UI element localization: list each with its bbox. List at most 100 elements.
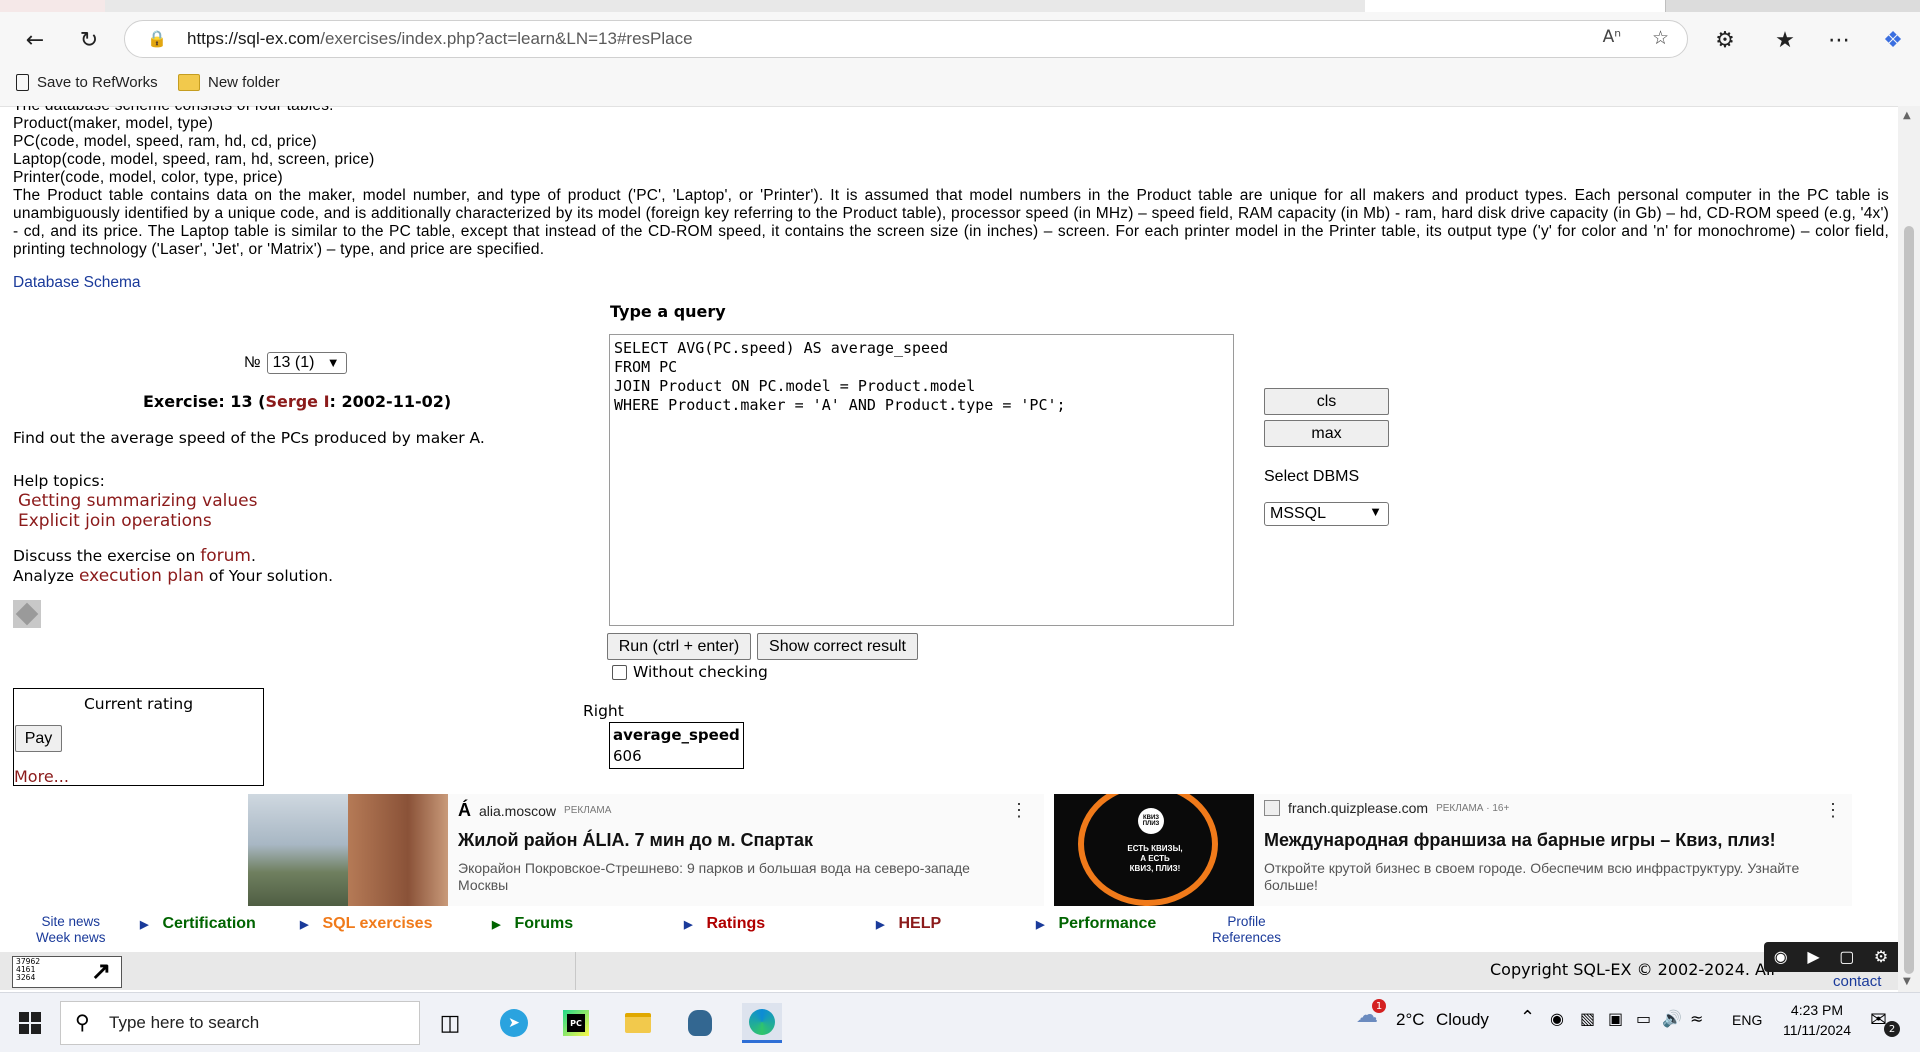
schema-table-printer: Printer(code, model, color, type, price) bbox=[13, 169, 283, 186]
window-icon[interactable]: ▢ bbox=[1839, 947, 1854, 967]
record-icon[interactable]: ◉ bbox=[1550, 1009, 1564, 1028]
clock[interactable]: 4:23 PM 11/11/2024 bbox=[1772, 1000, 1862, 1040]
database-schema-link[interactable]: Database Schema bbox=[13, 274, 141, 292]
meet-icon[interactable]: ▣ bbox=[1608, 1009, 1623, 1028]
more-menu-icon[interactable]: ⋯ bbox=[1822, 24, 1856, 56]
more-link[interactable]: More... bbox=[14, 767, 69, 786]
execution-plan-link[interactable]: execution plan bbox=[79, 566, 204, 586]
help-topic-link[interactable]: Getting summarizing values bbox=[18, 491, 257, 511]
week-news-link[interactable]: Week news bbox=[36, 930, 106, 946]
windows-start-icon[interactable] bbox=[10, 1003, 50, 1043]
pay-button[interactable]: Pay bbox=[15, 725, 62, 752]
scroll-up-icon[interactable]: ▲ bbox=[1903, 110, 1911, 121]
back-icon[interactable]: ← bbox=[18, 24, 52, 56]
device-icon[interactable]: ▧ bbox=[1580, 1009, 1595, 1028]
query-textarea[interactable]: SELECT AVG(PC.speed) AS average_speed FR… bbox=[609, 334, 1234, 626]
run-button[interactable]: Run (ctrl + enter) bbox=[607, 633, 751, 660]
ad-body: Откройте крутой бизнес в своем городе. О… bbox=[1264, 860, 1800, 893]
vertical-scrollbar[interactable]: ▲ ▼ bbox=[1898, 106, 1920, 992]
discuss-line: Discuss the exercise on forum. bbox=[13, 546, 256, 566]
query-heading: Type a query bbox=[610, 302, 726, 321]
ad-title[interactable]: Международная франшиза на барные игры – … bbox=[1264, 830, 1776, 851]
tab[interactable] bbox=[0, 0, 106, 12]
copilot-icon[interactable]: ❖ bbox=[1876, 24, 1910, 56]
weather-desc[interactable]: Cloudy bbox=[1436, 1010, 1489, 1030]
references-link[interactable]: References bbox=[1212, 930, 1281, 946]
forum-link[interactable]: forum bbox=[200, 546, 251, 566]
favorite-star-icon[interactable]: ☆ bbox=[1652, 27, 1669, 49]
result-status: Right bbox=[583, 702, 624, 720]
extensions-icon[interactable]: ⚙ bbox=[1708, 24, 1742, 56]
ad-menu-icon[interactable]: ⋮ bbox=[1010, 800, 1028, 821]
nav-performance[interactable]: ▶ Performance bbox=[1036, 915, 1156, 933]
counter-badge[interactable]: 37962 4161 3264 ↗ bbox=[12, 956, 122, 988]
bookmark-new-folder[interactable]: New folder bbox=[178, 74, 280, 91]
read-aloud-icon[interactable]: Aⁿ bbox=[1603, 27, 1621, 47]
discuss-suffix: . bbox=[250, 547, 256, 565]
file-explorer-icon[interactable] bbox=[618, 1003, 658, 1043]
without-checking-checkbox[interactable] bbox=[612, 664, 627, 680]
favorites-icon[interactable]: ★ bbox=[1768, 24, 1802, 56]
ad-block-quiz[interactable]: КВИЗ ПЛИЗ ЕСТЬ КВИЗЫ, А ЕСТЬ КВИЗ, ПЛИЗ!… bbox=[1054, 794, 1852, 906]
number-label: № bbox=[244, 354, 261, 371]
tab[interactable] bbox=[1085, 0, 1366, 12]
task-view-icon[interactable]: ◫ bbox=[430, 1003, 470, 1043]
dbms-select[interactable]: MSSQL ▼ bbox=[1264, 502, 1389, 526]
notification-count: 2 bbox=[1884, 1021, 1900, 1037]
search-icon: ⚲ bbox=[75, 1010, 90, 1034]
chevron-up-icon[interactable]: ⌃ bbox=[1520, 1007, 1535, 1028]
site-news-link[interactable]: Site news bbox=[36, 914, 106, 930]
chevron-down-icon: ▼ bbox=[1369, 504, 1382, 519]
camera-icon[interactable]: ◉ bbox=[1774, 947, 1788, 967]
volume-icon[interactable]: 🔊 bbox=[1662, 1009, 1682, 1028]
language-indicator[interactable]: ENG bbox=[1732, 1012, 1762, 1028]
ad-image bbox=[248, 794, 448, 906]
nav-sql-exercises[interactable]: ▶ SQL exercises bbox=[300, 915, 432, 933]
info-icon[interactable] bbox=[13, 600, 41, 628]
contact-link[interactable]: contact bbox=[1833, 973, 1881, 990]
discuss-prefix: Discuss the exercise on bbox=[13, 547, 201, 565]
nav-help[interactable]: ▶ HELP bbox=[876, 915, 941, 933]
tab[interactable] bbox=[795, 0, 1086, 12]
analyze-suffix: of Your solution. bbox=[203, 567, 334, 585]
postgresql-icon[interactable] bbox=[680, 1003, 720, 1043]
pycharm-icon[interactable]: PC bbox=[556, 1003, 596, 1043]
clock-date: 11/11/2024 bbox=[1783, 1022, 1851, 1038]
battery-icon[interactable]: ▭ bbox=[1636, 1009, 1651, 1028]
profile-link[interactable]: Profile bbox=[1212, 914, 1281, 930]
scrollbar-thumb[interactable] bbox=[1904, 226, 1914, 974]
ad-menu-icon[interactable]: ⋮ bbox=[1824, 800, 1842, 821]
without-checking-option: Without checking bbox=[612, 663, 768, 681]
ad-block-alia[interactable]: Á alia.moscow РЕКЛАМА ⋮ Жилой район ÁLIA… bbox=[248, 794, 1044, 906]
taskbar-search[interactable]: ⚲ Type here to search bbox=[60, 1001, 420, 1045]
clock-time: 4:23 PM bbox=[1790, 1002, 1844, 1018]
cls-button[interactable]: cls bbox=[1264, 388, 1389, 415]
result-column-header: average_speed bbox=[613, 726, 740, 744]
exercise-date: : 2002-11-02) bbox=[329, 392, 452, 411]
show-correct-result-button[interactable]: Show correct result bbox=[757, 633, 918, 660]
wifi-icon[interactable]: ≈ bbox=[1690, 1009, 1703, 1028]
tab-active[interactable] bbox=[1365, 0, 1666, 12]
max-button[interactable]: max bbox=[1264, 420, 1389, 447]
folder-icon bbox=[178, 74, 200, 91]
edge-icon[interactable] bbox=[742, 1003, 782, 1043]
ad-title[interactable]: Жилой район ÁLIA. 7 мин до м. Спартак bbox=[458, 830, 813, 851]
tab[interactable] bbox=[105, 0, 796, 12]
search-placeholder: Type here to search bbox=[109, 1013, 260, 1032]
help-topic-link[interactable]: Explicit join operations bbox=[18, 511, 212, 531]
address-bar[interactable]: 🔒 https://sql-ex.com/exercises/index.php… bbox=[124, 20, 1688, 58]
page-content: The database scheme consists of four tab… bbox=[0, 106, 1898, 992]
weather-temp[interactable]: 2°C bbox=[1396, 1010, 1425, 1030]
refresh-icon[interactable]: ↻ bbox=[72, 24, 106, 56]
nav-certification[interactable]: ▶ Certification bbox=[140, 915, 256, 933]
nav-ratings[interactable]: ▶ Ratings bbox=[684, 915, 765, 933]
schema-description: The Product table contains data on the m… bbox=[13, 187, 1889, 258]
exercise-task: Find out the average speed of the PCs pr… bbox=[13, 429, 485, 447]
exercise-select[interactable]: 13 (1) ▼ bbox=[266, 352, 347, 374]
telegram-icon[interactable]: ➤ bbox=[494, 1003, 534, 1043]
scroll-down-icon[interactable]: ▼ bbox=[1903, 976, 1911, 987]
nav-forums[interactable]: ▶ Forums bbox=[492, 915, 573, 933]
bookmark-save-to-refworks[interactable]: Save to RefWorks bbox=[16, 74, 158, 91]
video-icon[interactable]: ▶ bbox=[1807, 947, 1819, 967]
settings-gear-icon[interactable]: ⚙ bbox=[1874, 947, 1888, 967]
